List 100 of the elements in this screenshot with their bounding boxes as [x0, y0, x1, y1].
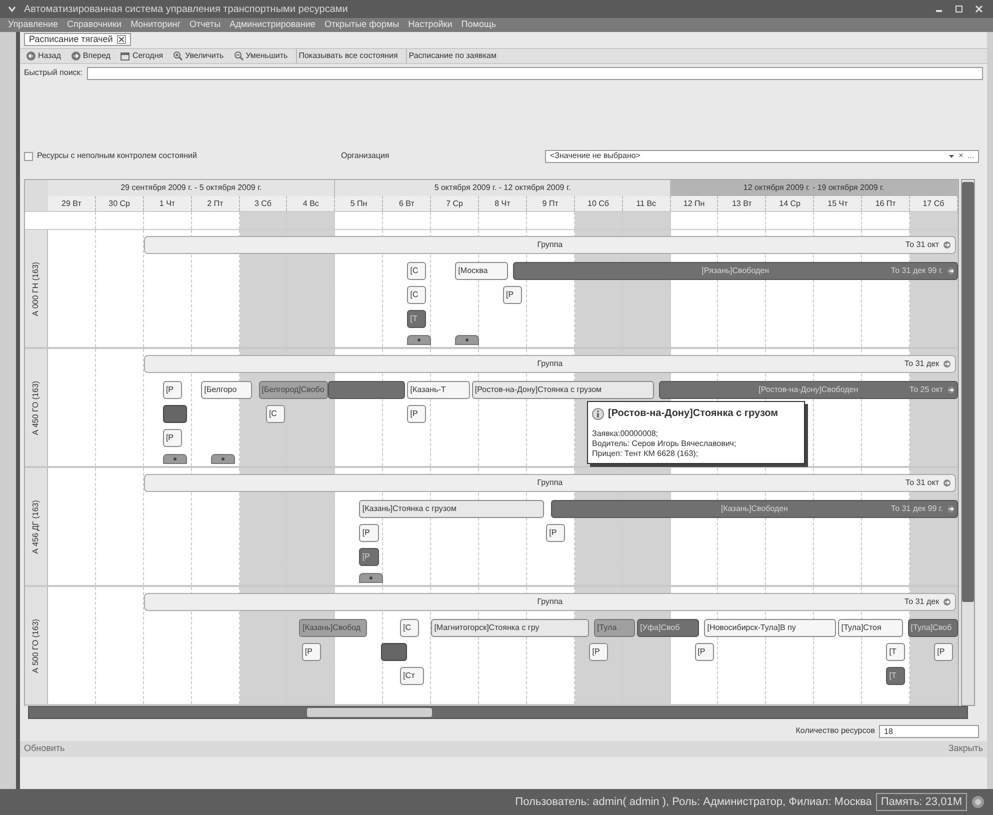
day-header: 6 Вт — [383, 196, 432, 211]
clear-icon[interactable]: × — [958, 150, 964, 162]
resource-count-field[interactable]: 18 — [879, 724, 979, 738]
more-icon[interactable]: ... — [967, 150, 974, 162]
vertical-scrollbar[interactable] — [961, 179, 975, 706]
schedule-bar[interactable]: [Казань]Стоянка с грузом — [359, 500, 544, 518]
maximize-icon[interactable] — [955, 5, 963, 13]
schedule-chip[interactable]: [Р — [503, 286, 522, 304]
resource-name: А 500 ГО (163) — [30, 618, 41, 673]
caret-icon — [948, 152, 955, 160]
toolbar-button[interactable]: Сегодня — [118, 49, 166, 63]
organization-dropdown[interactable]: <Значение не выбрано> × ... — [545, 150, 979, 162]
toolbar-button[interactable]: Назад — [24, 49, 63, 63]
schedule-chip[interactable]: [Р — [407, 405, 426, 423]
horizontal-scrollbar[interactable] — [28, 706, 968, 719]
menu-item[interactable]: Справочники — [67, 18, 122, 32]
collapse-tab[interactable] — [162, 454, 187, 464]
schedule-chip[interactable]: [Р — [162, 429, 182, 447]
status-icon — [971, 795, 985, 809]
search-label: Быстрый поиск: — [24, 67, 83, 79]
menu-item[interactable]: Управление — [8, 18, 58, 32]
search-field[interactable] — [86, 66, 983, 80]
day-header: 29 Вт — [48, 196, 96, 211]
window-title: Автоматизированная система управления транспортными ресурсами — [24, 2, 348, 16]
schedule-chip[interactable]: [Новосибирск-Тула]В пу — [704, 619, 836, 637]
day-header: 9 Пт — [526, 196, 575, 211]
dot-icon — [417, 338, 422, 342]
toolbar-button[interactable]: Расписание по заявкам — [406, 49, 498, 63]
schedule-chip[interactable]: [Ст — [400, 667, 424, 685]
toolbar-button[interactable]: Уменьшить — [232, 49, 290, 63]
tab[interactable]: Расписание тягачей — [24, 33, 131, 46]
arrow-icon — [947, 267, 956, 275]
schedule-chip[interactable]: [С — [407, 262, 426, 280]
schedule-chip[interactable]: [Р — [694, 643, 714, 661]
toolbar-button[interactable]: Увеличить — [171, 49, 226, 63]
day-header: 16 Пт — [862, 196, 910, 211]
collapse-tab[interactable] — [455, 335, 480, 345]
header-corner — [25, 180, 48, 196]
window-menu-icon — [8, 5, 16, 13]
checkbox[interactable] — [24, 152, 33, 160]
schedule-chip[interactable]: [С — [400, 619, 420, 637]
circle-arrow-left-icon — [26, 51, 36, 61]
resource-name: А 456 ДГ (163) — [30, 500, 41, 554]
schedule-bar[interactable]: [Тула — [594, 619, 635, 637]
schedule-chip[interactable]: [Казань-Т — [407, 381, 470, 399]
collapse-tab[interactable] — [210, 454, 235, 464]
menu-item[interactable]: Отчеты — [190, 18, 221, 32]
schedule-chip[interactable]: [Белгоро — [201, 381, 252, 399]
day-header: 1 Чт — [144, 196, 192, 211]
menu-item[interactable]: Настройки — [408, 18, 452, 32]
toolbar-button[interactable]: Вперед — [68, 49, 112, 63]
close-link[interactable]: Закрыть — [948, 742, 983, 756]
day-header: 7 Ср — [431, 196, 480, 211]
day-header: 17 Сб — [910, 196, 958, 211]
group-bar[interactable]: Группа То 31 дек — [144, 593, 956, 611]
calendar-icon — [120, 51, 130, 61]
schedule-bar[interactable]: [Казань]Свобод — [299, 619, 367, 637]
group-bar[interactable]: Группа То 31 окт — [144, 236, 956, 254]
week-header: 29 сентября 2009 г. - 5 октября 2009 г. — [48, 180, 336, 196]
menu-item[interactable]: Мониторинг — [130, 18, 180, 32]
schedule-chip[interactable]: [Р — [589, 643, 608, 661]
schedule-bar[interactable]: [Магнитогорск]Стоянка с гру — [431, 619, 590, 637]
schedule-chip[interactable]: [Р — [302, 643, 322, 661]
tab-close-icon[interactable] — [116, 35, 126, 44]
scrollbar-thumb[interactable] — [307, 708, 432, 717]
schedule-chip[interactable]: [Р — [934, 643, 954, 661]
tooltip-text: Водитель: Серов Игорь Вячеславович; — [592, 439, 738, 449]
schedule-chip[interactable]: [С — [266, 405, 286, 423]
toolbar-button[interactable]: Показывать все состояния — [296, 49, 400, 63]
group-bar[interactable]: Группа То 31 дек — [144, 355, 956, 373]
status-marker[interactable] — [162, 405, 187, 423]
close-icon[interactable] — [975, 5, 983, 13]
refresh-link[interactable]: Обновить — [24, 742, 65, 756]
menu-item[interactable]: Администрирование — [230, 18, 316, 32]
schedule-chip[interactable]: [Т — [886, 643, 906, 661]
arrow-icon — [947, 505, 956, 513]
schedule-chip[interactable]: [С — [407, 286, 426, 304]
schedule-chip[interactable]: [Р — [546, 524, 566, 542]
status-text: Пользователь: admin( admin ), Роль: Администратор, Филиал: Москва — [515, 794, 872, 810]
collapse-tab[interactable] — [359, 573, 384, 583]
schedule-chip[interactable]: [Р — [359, 524, 378, 542]
group-bar[interactable]: Группа То 31 окт — [144, 474, 956, 492]
circle-arrow-right-icon — [70, 51, 81, 61]
schedule-chip[interactable]: [Р — [162, 381, 182, 399]
checkbox-label: Ресурсы с неполным контролем состояний — [37, 150, 198, 162]
schedule-chip[interactable]: [Тула]Стоя — [838, 619, 903, 637]
day-header: 11 Вс — [622, 196, 671, 211]
schedule-chip[interactable]: [Москва — [455, 262, 508, 280]
zoom-in-icon — [173, 51, 184, 61]
menu-item[interactable]: Открытые формы — [324, 18, 400, 32]
day-header: 3 Сб — [240, 196, 288, 211]
resource-count-label: Количество ресурсов — [796, 725, 875, 737]
week-header: 12 октября 2009 г. - 19 октября 2009 г. — [670, 180, 958, 196]
menu-item[interactable]: Помощь — [461, 18, 496, 32]
status-marker[interactable] — [380, 643, 408, 661]
scrollbar-thumb[interactable] — [962, 182, 974, 602]
collapse-tab[interactable] — [407, 335, 432, 345]
schedule-bar[interactable]: [Ростов-на-Дону]Стоянка с грузом — [472, 381, 654, 399]
day-header: 10 Сб — [574, 196, 623, 211]
schedule-bar[interactable]: [Белгород]Свобо — [258, 381, 328, 399]
